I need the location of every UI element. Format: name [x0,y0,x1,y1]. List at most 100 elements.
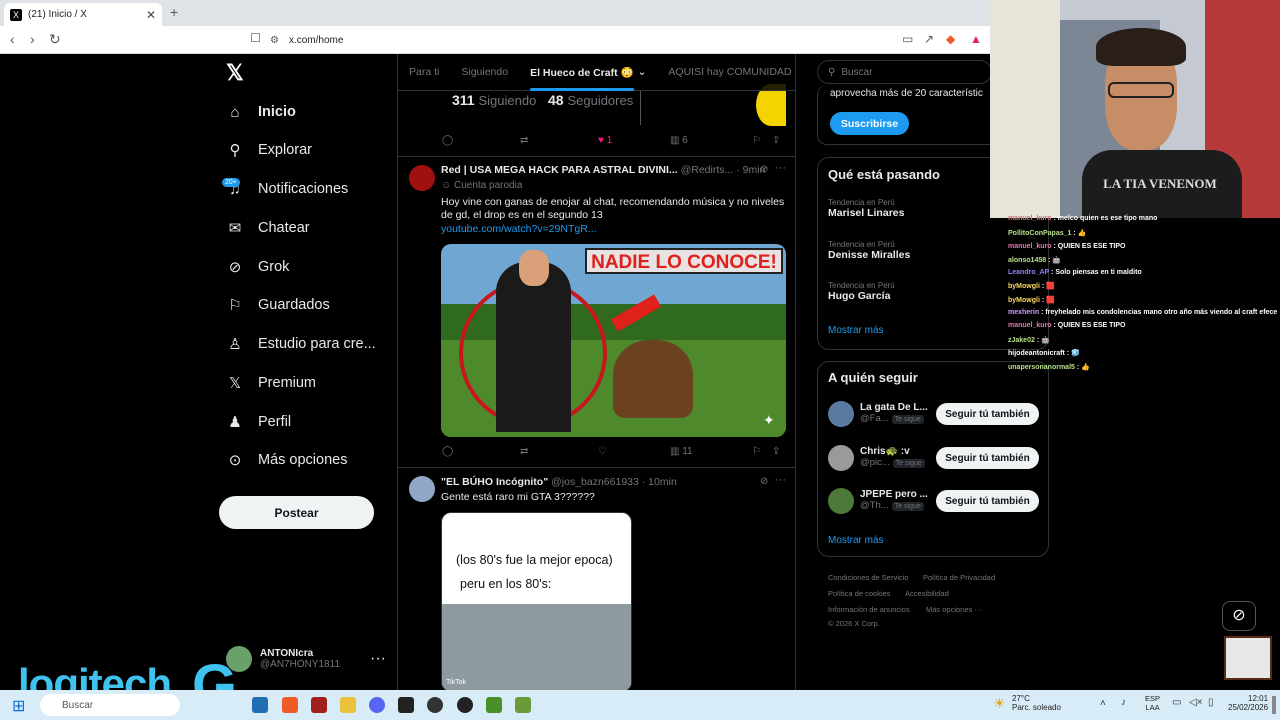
browser-tab[interactable]: X (21) Inicio / X ✕ [4,3,162,26]
sidebar-item-chatear[interactable]: ✉ Chatear [226,209,310,247]
footer-link[interactable]: Condiciones de Servicio [828,573,908,582]
avatar[interactable] [828,401,854,427]
tab-siguiendo[interactable]: Siguiendo [461,66,508,78]
obs-icon[interactable] [427,697,443,713]
tab-aquisi-hay-comunidad[interactable]: AQUISI hay COMUNIDAD [668,66,791,78]
sidebar-item-explorar[interactable]: ⚲ Explorar [226,131,313,169]
network-icon[interactable]: ▭ [1172,697,1181,708]
share-tweet-icon[interactable]: ⇪ [772,446,780,457]
tweet-link[interactable]: youtube.com/watch?v=29NTgR... [441,223,597,236]
taskbar-app-icon[interactable] [311,697,327,713]
follow-back-button[interactable]: Seguir tú también [936,403,1039,425]
language-indicator[interactable]: ESP LAA [1145,694,1160,712]
show-desktop-button[interactable] [1272,696,1276,714]
battery-icon[interactable]: ▯ [1208,697,1214,708]
chatgpt-icon[interactable] [457,697,473,713]
notepad-icon[interactable] [340,697,356,713]
forward-icon[interactable]: › [30,31,35,47]
tweet-author-name[interactable]: "EL BÚHO Incógnito" [441,476,548,488]
bookmark-page-icon[interactable]: ☐ [250,31,261,45]
account-more-icon[interactable]: ··· [370,650,386,668]
footer-link[interactable]: Política de cookies [828,589,891,598]
tray-chevron-icon[interactable]: ˄ [1100,698,1106,709]
weather-widget[interactable]: 27°C Parc. soleado [1012,694,1061,712]
taskbar-search[interactable]: Buscar [40,694,180,716]
url-field[interactable]: ⚙ x.com/home [270,30,970,50]
windows-start-icon[interactable]: ⊞ [12,696,25,716]
post-button[interactable]: Postear [219,496,374,529]
tweet-video[interactable]: (los 80's fue la mejor epoca) peru en lo… [441,512,632,690]
sidebar-item-mas-opciones[interactable]: ⊙ Más opciones [226,441,348,479]
reload-icon[interactable]: ↻ [49,31,61,48]
tweet-handle[interactable]: @jos_bazn661933 [551,476,639,488]
reply-icon[interactable]: ◯ [442,446,520,457]
brave-browser-icon[interactable] [282,697,298,713]
tweet-time[interactable]: · 10min [642,476,677,488]
grok-analyze-icon[interactable]: ⊘ [760,476,768,487]
account-switcher[interactable]: ANTONIcra @AN7HONY1811 ··· [226,644,386,674]
trends-show-more[interactable]: Mostrar más [828,325,884,336]
minecraft-launcher-icon[interactable] [515,697,531,713]
trend-item[interactable]: Tendencia en Perú Denisse Miralles [828,240,910,261]
brave-shield-icon[interactable]: ◆ [946,32,955,46]
tweet-more-icon[interactable]: ··· [775,474,786,486]
reply-icon[interactable]: ◯ [442,135,520,146]
follow-user[interactable]: Chris🐢 :v @pic... Te sigue [860,446,925,468]
footer-link[interactable]: Más opciones ··· [926,605,982,614]
grok-analyze-icon[interactable]: ⊘ [760,164,768,175]
tweet-author-name[interactable]: Red | USA MEGA HACK PARA ASTRAL DIVINI..… [441,164,678,176]
tab-para-ti[interactable]: Para ti [409,66,439,78]
like-icon[interactable]: ♡ [598,446,670,457]
close-tab-icon[interactable]: ✕ [146,8,156,22]
capcut-icon[interactable] [398,697,414,713]
grok-floating-icon[interactable]: ⊘ [1222,601,1256,631]
avatar[interactable] [409,165,435,191]
bookmark-tweet-icon[interactable]: ⚐ [752,446,772,457]
views-icon[interactable]: ▥ 11 [670,446,752,457]
avatar[interactable] [828,488,854,514]
minecraft-icon[interactable] [486,697,502,713]
avatar[interactable] [409,476,435,502]
retweet-icon[interactable]: ⇄ [520,135,598,146]
discord-icon[interactable] [369,697,385,713]
tweet-image[interactable]: NADIE LO CONOCE! ✦ [441,244,786,437]
x-logo-icon[interactable]: 𝕏 [226,60,244,86]
trend-item[interactable]: Tendencia en Perú Hugo García [828,281,895,302]
retweet-icon[interactable]: ⇄ [520,446,598,457]
volume-icon[interactable]: ◁× [1189,697,1203,708]
microphone-icon[interactable]: ♪ [1121,697,1126,708]
sidebar-item-estudio[interactable]: ♙ Estudio para cre... [226,325,375,363]
brave-rewards-icon[interactable]: ▲ [970,32,982,46]
footer-link[interactable]: Política de Privacidad [923,573,995,582]
tweet-more-icon[interactable]: ··· [775,162,786,174]
follow-user[interactable]: La gata De L... @Fa... Te sigue [860,402,928,424]
back-icon[interactable]: ‹ [10,31,15,47]
trend-item[interactable]: Tendencia en Perú Marisel Linares [828,198,904,219]
sidebar-item-grok[interactable]: ⊘ Grok [226,248,290,286]
sidebar-item-premium[interactable]: 𝕏 Premium [226,364,316,402]
footer-link[interactable]: Accesibilidad [905,589,949,598]
follow-back-button[interactable]: Seguir tú también [936,447,1039,469]
sidebar-item-inicio[interactable]: ⌂ Inicio [226,93,295,131]
avatar[interactable] [828,445,854,471]
chevron-down-icon[interactable]: ⌄ [638,66,647,78]
follow-show-more[interactable]: Mostrar más [828,535,884,546]
search-input[interactable]: ⚲ Buscar [817,60,992,84]
install-app-icon[interactable]: ▭ [902,32,913,46]
bookmark-tweet-icon[interactable]: ⚐ [752,135,772,146]
footer-link[interactable]: Información de anuncios [828,605,910,614]
site-info-icon[interactable]: ⚙ [270,35,279,46]
share-icon[interactable]: ↗ [924,32,934,46]
views-icon[interactable]: ▥ 6 [670,135,752,146]
tweet-handle[interactable]: @Redirts... [681,164,734,176]
tab-el-hueco-de-craft[interactable]: El Hueco de Craft 😳 [530,66,634,91]
like-icon[interactable]: ♥ 1 [598,135,670,146]
sidebar-item-notificaciones[interactable]: ♫ Notificaciones [226,170,348,208]
share-tweet-icon[interactable]: ⇪ [772,135,780,146]
follow-user[interactable]: JPEPE pero ... @Th... Te sigue [860,489,928,511]
sidebar-item-perfil[interactable]: ♟ Perfil [226,403,291,441]
subscribe-button[interactable]: Suscribirse [830,112,909,135]
follow-back-button[interactable]: Seguir tú también [936,490,1039,512]
taskbar-app-icon[interactable] [252,697,268,713]
taskbar-clock[interactable]: 12:01 25/02/2026 [1228,694,1268,712]
